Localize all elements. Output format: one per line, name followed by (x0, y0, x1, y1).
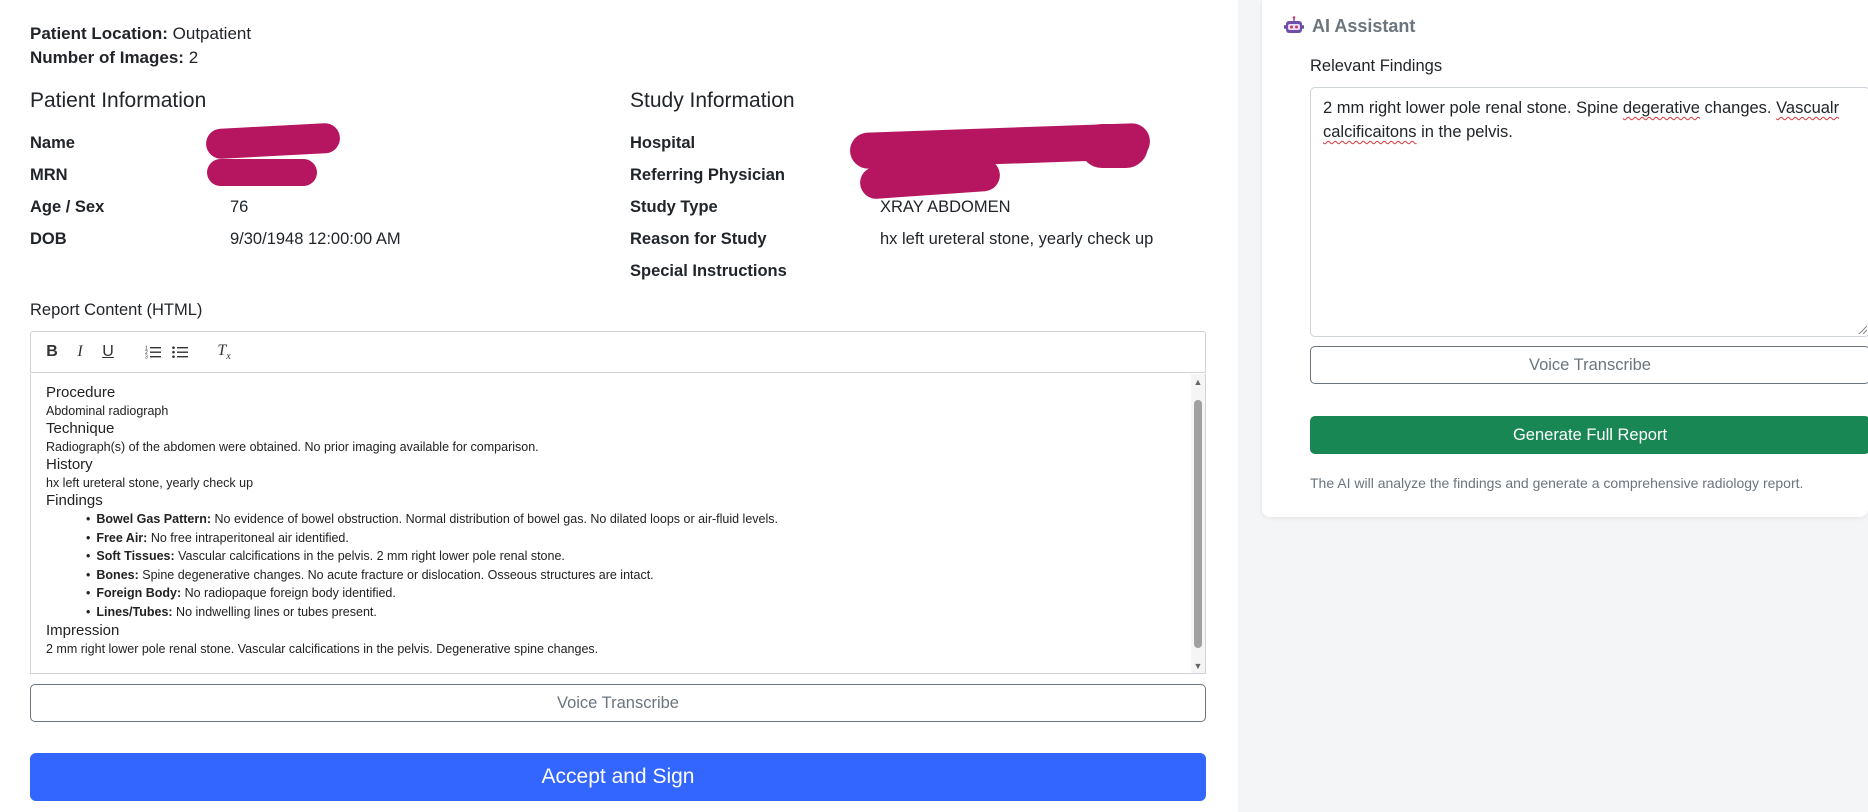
referring-physician-label: Referring Physician (630, 166, 785, 184)
procedure-heading: Procedure (46, 384, 116, 401)
finding-label: Bowel Gas Pattern: (96, 512, 212, 526)
reason-label: Reason for Study (630, 230, 767, 248)
finding-text: No evidence of bowel obstruction. Normal… (214, 512, 778, 526)
redaction-mark (207, 159, 317, 186)
resize-handle-icon[interactable] (1857, 324, 1867, 334)
ai-assistant-card: AI Assistant Relevant Findings 2 mm righ… (1262, 0, 1868, 517)
age-sex-value: 76 (230, 198, 249, 216)
mrn-label: MRN (30, 166, 68, 184)
number-of-images-label: Number of Images: (30, 48, 184, 67)
finding-label: Lines/Tubes: (96, 604, 173, 619)
procedure-text: Abdominal radiograph (46, 404, 169, 418)
study-type-value: XRAY ABDOMEN (880, 198, 1011, 216)
bullet-list-icon (172, 346, 188, 358)
robot-icon (1284, 16, 1304, 33)
misspelled-word: Vascualr (1776, 99, 1840, 117)
misspelled-word: degerative (1622, 99, 1700, 117)
findings-text-part: changes. (1699, 99, 1777, 117)
ordered-list-icon: 1 2 3 (145, 346, 161, 360)
italic-button[interactable]: I (69, 340, 91, 364)
finding-text: No radiopaque foreign body identified. (184, 586, 396, 601)
misspelled-word: calcificaitons (1323, 123, 1417, 141)
accept-and-sign-button[interactable]: Accept and Sign (30, 753, 1206, 801)
patient-location: Patient Location: Outpatient (30, 24, 251, 44)
ordered-list-button[interactable]: 1 2 3 (142, 340, 164, 364)
redaction-mark (205, 122, 341, 160)
assistant-help-text: The AI will analyze the findings and gen… (1310, 475, 1804, 491)
relevant-findings-textarea[interactable]: 2 mm right lower pole renal stone. Spine… (1310, 87, 1868, 337)
technique-text: Radiograph(s) of the abdomen were obtain… (46, 440, 539, 454)
list-item: Free Air: No free intraperitoneal air id… (86, 529, 1176, 548)
generate-full-report-button[interactable]: Generate Full Report (1310, 416, 1868, 454)
editor-toolbar: B I U 1 2 3 Tx (30, 331, 1206, 373)
finding-text: No free intraperitoneal air identified. (150, 530, 349, 545)
scroll-down-icon[interactable]: ▼ (1191, 660, 1205, 672)
list-item: Bowel Gas Pattern: No evidence of bowel … (86, 510, 1176, 529)
report-editor-content[interactable]: Procedure Abdominal radiograph Technique… (46, 384, 1176, 658)
relevant-findings-label: Relevant Findings (1310, 57, 1443, 75)
ai-assistant-sidebar: AI Assistant Relevant Findings 2 mm righ… (1238, 0, 1868, 812)
history-heading: History (46, 456, 93, 473)
assistant-voice-transcribe-button[interactable]: Voice Transcribe (1310, 346, 1868, 384)
findings-text-part: 2 mm right lower pole renal stone. Spine (1323, 99, 1623, 117)
list-item: Bones: Spine degenerative changes. No ac… (86, 566, 1176, 585)
underline-icon: U (102, 343, 114, 360)
report-voice-transcribe-button[interactable]: Voice Transcribe (30, 684, 1206, 722)
age-sex-label: Age / Sex (30, 198, 105, 216)
technique-heading: Technique (46, 420, 115, 437)
list-item: Foreign Body: No radiopaque foreign body… (86, 584, 1176, 603)
findings-heading: Findings (46, 492, 103, 509)
patient-location-value: Outpatient (172, 24, 252, 43)
dob-label: DOB (30, 230, 67, 248)
svg-text:3: 3 (145, 355, 148, 360)
redaction-mark (1080, 124, 1148, 168)
number-of-images: Number of Images: 2 (30, 48, 198, 68)
finding-label: Foreign Body: (96, 586, 182, 601)
finding-text: Spine degenerative changes. No acute fra… (142, 567, 654, 582)
impression-text: 2 mm right lower pole renal stone. Vascu… (46, 641, 599, 656)
finding-text: Vascular calcifications in the pelvis. 2… (178, 549, 565, 564)
editor-scrollbar[interactable]: ▲ ▼ (1191, 374, 1205, 673)
scrollbar-thumb[interactable] (1194, 400, 1202, 648)
relevant-findings-text[interactable]: 2 mm right lower pole renal stone. Spine… (1323, 96, 1843, 144)
finding-text: No indwelling lines or tubes present. (176, 604, 377, 619)
report-content-label: Report Content (HTML) (30, 301, 203, 319)
number-of-images-value: 2 (188, 48, 199, 67)
italic-icon: I (77, 343, 83, 360)
reason-value: hx left ureteral stone, yearly check up (880, 230, 1154, 248)
hospital-label: Hospital (630, 134, 696, 152)
patient-location-label: Patient Location: (30, 24, 168, 43)
patient-info-title: Patient Information (30, 89, 207, 112)
patient-name-label: Name (30, 134, 75, 152)
study-info-title: Study Information (630, 89, 795, 112)
bold-icon: B (46, 343, 58, 360)
dob-value: 9/30/1948 12:00:00 AM (230, 230, 401, 248)
finding-label: Bones: (96, 567, 139, 582)
list-item: Lines/Tubes: No indwelling lines or tube… (86, 603, 1176, 622)
impression-heading: Impression (46, 621, 120, 639)
bullet-list-button[interactable] (169, 340, 191, 364)
list-item: Soft Tissues: Vascular calcifications in… (86, 547, 1176, 566)
bold-button[interactable]: B (41, 340, 63, 364)
clear-format-button[interactable]: Tx (213, 340, 235, 364)
ai-assistant-title: AI Assistant (1312, 16, 1416, 36)
findings-text-part: in the pelvis. (1416, 123, 1513, 141)
special-instructions-label: Special Instructions (630, 262, 787, 280)
study-type-label: Study Type (630, 198, 718, 216)
scroll-up-icon[interactable]: ▲ (1191, 376, 1205, 388)
history-text: hx left ureteral stone, yearly check up (46, 476, 254, 490)
underline-button[interactable]: U (97, 340, 119, 364)
main-panel: Patient Location: Outpatient Number of I… (0, 0, 1238, 812)
finding-label: Free Air: (96, 530, 148, 545)
finding-label: Soft Tissues: (96, 549, 175, 564)
findings-list: Bowel Gas Pattern: No evidence of bowel … (46, 510, 1176, 622)
report-editor[interactable]: Procedure Abdominal radiograph Technique… (30, 374, 1206, 674)
clear-format-icon: Tx (217, 341, 231, 363)
